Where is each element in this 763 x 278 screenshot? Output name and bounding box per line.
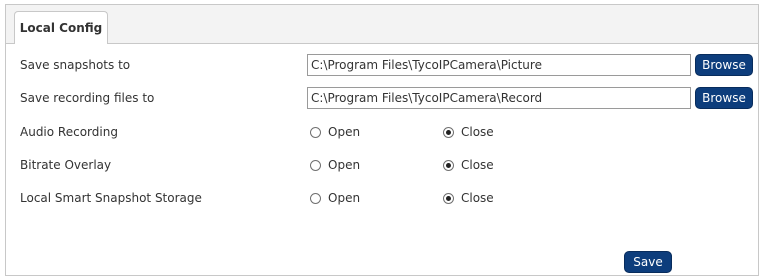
radio-checked-icon	[443, 192, 454, 204]
audio-recording-label: Audio Recording	[20, 125, 118, 139]
save-button[interactable]: Save	[624, 251, 672, 273]
radio-checked-icon	[443, 159, 454, 171]
tab-bar: Local Config	[6, 5, 758, 44]
snapshot-path-row: Save snapshots to Browse	[6, 53, 758, 77]
smart-snapshot-storage-label: Local Smart Snapshot Storage	[20, 191, 202, 205]
snapshot-browse-button[interactable]: Browse	[695, 54, 753, 76]
bitrate-overlay-label: Bitrate Overlay	[20, 158, 112, 172]
smart-snapshot-storage-open-radio[interactable]: Open	[310, 186, 360, 210]
radio-unchecked-icon	[310, 159, 321, 171]
recording-path-row: Save recording files to Browse	[6, 86, 758, 110]
tab-local-config[interactable]: Local Config	[14, 11, 108, 44]
bitrate-overlay-open-radio[interactable]: Open	[310, 153, 360, 177]
audio-recording-row: Audio Recording Open Close	[6, 120, 758, 144]
smart-snapshot-storage-row: Local Smart Snapshot Storage Open Close	[6, 186, 758, 210]
smart-snapshot-storage-close-radio[interactable]: Close	[443, 186, 494, 210]
radio-unchecked-icon	[310, 126, 321, 138]
recording-path-label: Save recording files to	[20, 91, 155, 105]
audio-recording-close-radio[interactable]: Close	[443, 120, 494, 144]
snapshot-path-label: Save snapshots to	[20, 58, 131, 72]
radio-close-label: Close	[461, 191, 494, 205]
radio-close-label: Close	[461, 125, 494, 139]
bitrate-overlay-row: Bitrate Overlay Open Close	[6, 153, 758, 177]
radio-open-label: Open	[328, 191, 361, 205]
snapshot-path-input[interactable]	[307, 54, 691, 76]
radio-open-label: Open	[328, 125, 361, 139]
recording-path-input[interactable]	[307, 87, 691, 109]
bitrate-overlay-close-radio[interactable]: Close	[443, 153, 494, 177]
local-config-panel: Local Config Save snapshots to Browse Sa…	[5, 4, 759, 276]
recording-browse-button[interactable]: Browse	[695, 87, 753, 109]
radio-close-label: Close	[461, 158, 494, 172]
radio-unchecked-icon	[310, 192, 321, 204]
radio-open-label: Open	[328, 158, 361, 172]
radio-checked-icon	[443, 126, 454, 138]
audio-recording-open-radio[interactable]: Open	[310, 120, 360, 144]
